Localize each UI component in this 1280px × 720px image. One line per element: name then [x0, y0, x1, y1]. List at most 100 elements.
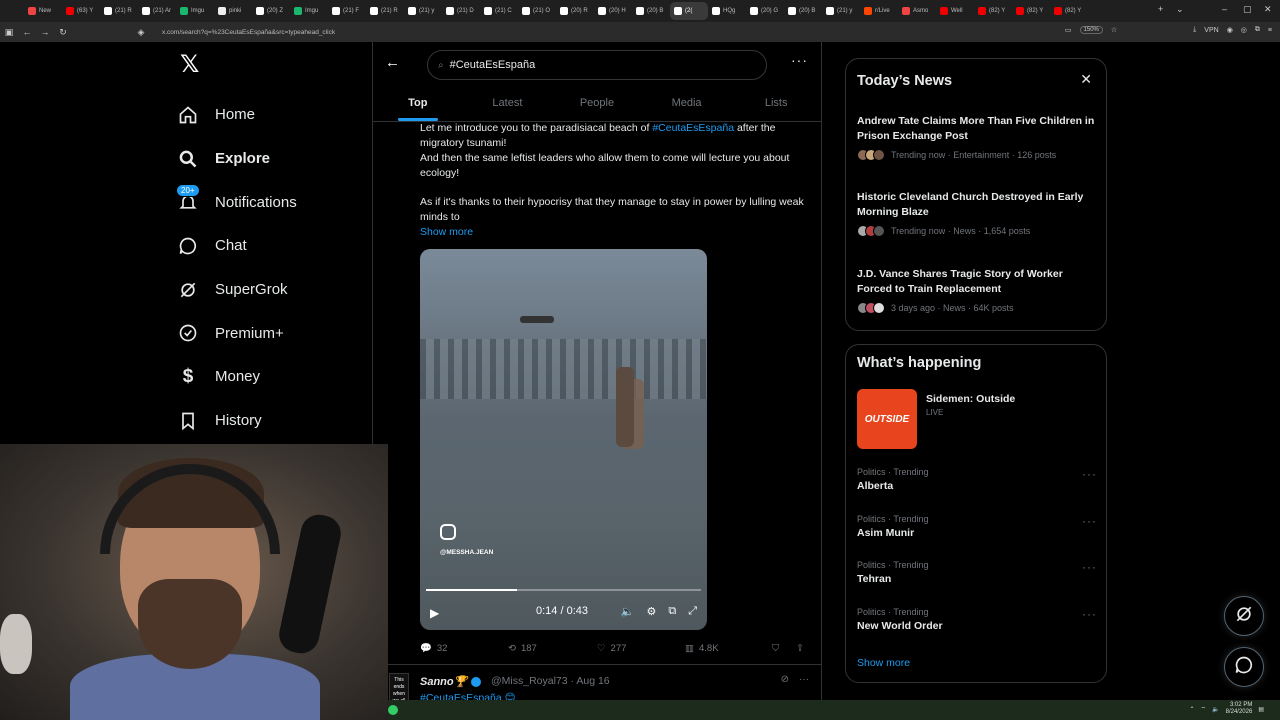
browser-tab[interactable]: (20) R: [556, 2, 594, 20]
browser-tab[interactable]: pinki: [214, 2, 252, 20]
extensions-icon[interactable]: ⧉: [1255, 26, 1260, 34]
browser-tab[interactable]: (21) O: [518, 2, 556, 20]
play-icon[interactable]: ▶: [430, 606, 439, 620]
app-icon[interactable]: [388, 705, 398, 715]
trend-item[interactable]: Politics · Trending Tehran ···: [857, 560, 1097, 585]
share-button[interactable]: ⇪: [796, 643, 804, 654]
browser-tab[interactable]: HQg: [708, 2, 746, 20]
sidebar-toggle-icon[interactable]: ▣: [0, 27, 18, 38]
download-icon[interactable]: ⤓: [1193, 26, 1196, 34]
tab-media[interactable]: Media: [642, 90, 732, 121]
post-author-handle[interactable]: @Miss_Royal73 · Aug 16: [491, 675, 610, 687]
new-tab-button[interactable]: +: [1158, 4, 1163, 14]
browser-tab[interactable]: (21) D: [442, 2, 480, 20]
settings-gear-icon[interactable]: ⚙: [646, 605, 656, 618]
minimize-icon[interactable]: –: [1222, 4, 1227, 14]
browser-tab[interactable]: (2(: [670, 2, 708, 20]
post-hashtag-link[interactable]: #CeutaEsEspaña: [652, 122, 734, 134]
more-options-icon[interactable]: ···: [1082, 467, 1097, 481]
browser-tab[interactable]: (82) Y: [974, 2, 1012, 20]
repost-button[interactable]: ⟲ 187: [508, 643, 537, 654]
menu-icon[interactable]: ≡: [1268, 27, 1272, 34]
reload-icon[interactable]: ↻: [54, 27, 72, 38]
browser-tab[interactable]: Asmo: [898, 2, 936, 20]
browser-tab[interactable]: (21) R: [366, 2, 404, 20]
browser-tab[interactable]: (20) Z: [252, 2, 290, 20]
like-button[interactable]: ♡ 277: [597, 643, 626, 654]
video-player[interactable]: @MESSHA.JEAN ▶ 0:14 / 0:43 🔈 ⚙ ⧉ ⤢: [420, 249, 707, 630]
post-author-name[interactable]: Sanno🏆: [420, 675, 482, 688]
trend-item[interactable]: Politics · Trending New World Order ···: [857, 607, 1097, 632]
tab-lists[interactable]: Lists: [731, 90, 821, 121]
vpn-badge[interactable]: VPN: [1204, 27, 1218, 34]
video-progress-bar[interactable]: [426, 589, 701, 591]
grok-fab-button[interactable]: [1224, 596, 1264, 636]
maximize-icon[interactable]: ▢: [1243, 4, 1252, 15]
browser-tab[interactable]: (21) Ar: [138, 2, 176, 20]
show-more-link[interactable]: Show more: [420, 225, 810, 240]
back-arrow-icon[interactable]: ←: [385, 54, 400, 71]
account-icon[interactable]: ◎: [1241, 26, 1247, 34]
nav-history[interactable]: History: [176, 399, 372, 443]
browser-tab[interactable]: (21) R: [100, 2, 138, 20]
browser-tab[interactable]: New: [24, 2, 62, 20]
news-item[interactable]: J.D. Vance Shares Tragic Story of Worker…: [857, 267, 1097, 314]
more-options-icon[interactable]: ···: [799, 674, 809, 685]
browser-tab[interactable]: Well: [936, 2, 974, 20]
browser-tab[interactable]: (82) Y: [1012, 2, 1050, 20]
volume-icon[interactable]: 🔈: [1212, 706, 1219, 713]
nav-notifications[interactable]: 20+ Notifications: [176, 180, 372, 224]
more-options-icon[interactable]: ···: [1082, 514, 1097, 528]
avatar[interactable]: This ends when we all say NO: [389, 673, 409, 711]
more-options-icon[interactable]: ···: [1082, 560, 1097, 574]
browser-tab[interactable]: (82) Y: [1050, 2, 1088, 20]
zoom-indicator[interactable]: 150%: [1079, 26, 1103, 34]
search-input[interactable]: ⌕ #CeutaEsEspaña: [427, 50, 767, 80]
views-button[interactable]: ▥ 4.8K: [685, 643, 719, 654]
live-event-item[interactable]: OUTSIDE Sidemen: Outside LIVE: [857, 389, 1097, 449]
site-info-icon[interactable]: ◈: [132, 27, 150, 38]
close-icon[interactable]: ✕: [1080, 71, 1092, 88]
network-icon[interactable]: ⌔: [1201, 705, 1207, 713]
taskbar-clock[interactable]: 3:02 PM 8/24/2026: [1226, 702, 1253, 716]
more-options-icon[interactable]: ···: [1082, 607, 1097, 621]
news-item[interactable]: Historic Cleveland Church Destroyed in E…: [857, 190, 1097, 237]
more-options-icon[interactable]: ···: [791, 52, 808, 68]
reply-button[interactable]: 💬 32: [420, 643, 447, 654]
browser-tab[interactable]: r/Live: [860, 2, 898, 20]
tab-latest[interactable]: Latest: [463, 90, 553, 121]
fullscreen-icon[interactable]: ⤢: [688, 605, 697, 618]
browser-tab[interactable]: (63) Y: [62, 2, 100, 20]
star-icon[interactable]: ☆: [1111, 26, 1117, 34]
tab-list-icon[interactable]: ⌄: [1176, 4, 1184, 15]
picture-in-picture-icon[interactable]: ⧉: [668, 605, 676, 618]
volume-icon[interactable]: 🔈: [621, 605, 635, 618]
browser-tab[interactable]: Imgu: [290, 2, 328, 20]
nav-money[interactable]: $ Money: [176, 355, 372, 399]
show-more-link[interactable]: Show more: [857, 657, 910, 669]
browser-tab[interactable]: (20) B: [632, 2, 670, 20]
install-icon[interactable]: ▭: [1065, 26, 1072, 34]
tray-icon[interactable]: ⌃: [1189, 706, 1194, 713]
close-window-icon[interactable]: ✕: [1264, 4, 1272, 15]
trend-item[interactable]: Politics · Trending Alberta ···: [857, 467, 1097, 492]
tab-people[interactable]: People: [552, 90, 642, 121]
bookmark-button[interactable]: ⛉: [772, 643, 779, 654]
nav-chat[interactable]: Chat: [176, 224, 372, 268]
browser-tab[interactable]: (21) C: [480, 2, 518, 20]
browser-tab[interactable]: Imgu: [176, 2, 214, 20]
grok-icon[interactable]: ⊘: [781, 674, 789, 685]
trend-item[interactable]: Politics · Trending Asim Munir ···: [857, 514, 1097, 539]
news-item[interactable]: Andrew Tate Claims More Than Five Childr…: [857, 114, 1097, 161]
chat-fab-button[interactable]: [1224, 647, 1264, 687]
browser-tab[interactable]: (21) y: [822, 2, 860, 20]
forward-icon[interactable]: →: [36, 27, 54, 37]
tab-top[interactable]: Top: [373, 90, 463, 121]
wallet-icon[interactable]: ◉: [1227, 26, 1233, 34]
back-icon[interactable]: ←: [18, 27, 36, 37]
browser-tab[interactable]: (20) G: [746, 2, 784, 20]
browser-tab[interactable]: (21) y: [404, 2, 442, 20]
url-field[interactable]: x.com/search?q=%23CeutaEsEspaña&src=type…: [162, 29, 335, 36]
browser-tab[interactable]: (20) B: [784, 2, 822, 20]
nav-supergrok[interactable]: SuperGrok: [176, 268, 372, 312]
